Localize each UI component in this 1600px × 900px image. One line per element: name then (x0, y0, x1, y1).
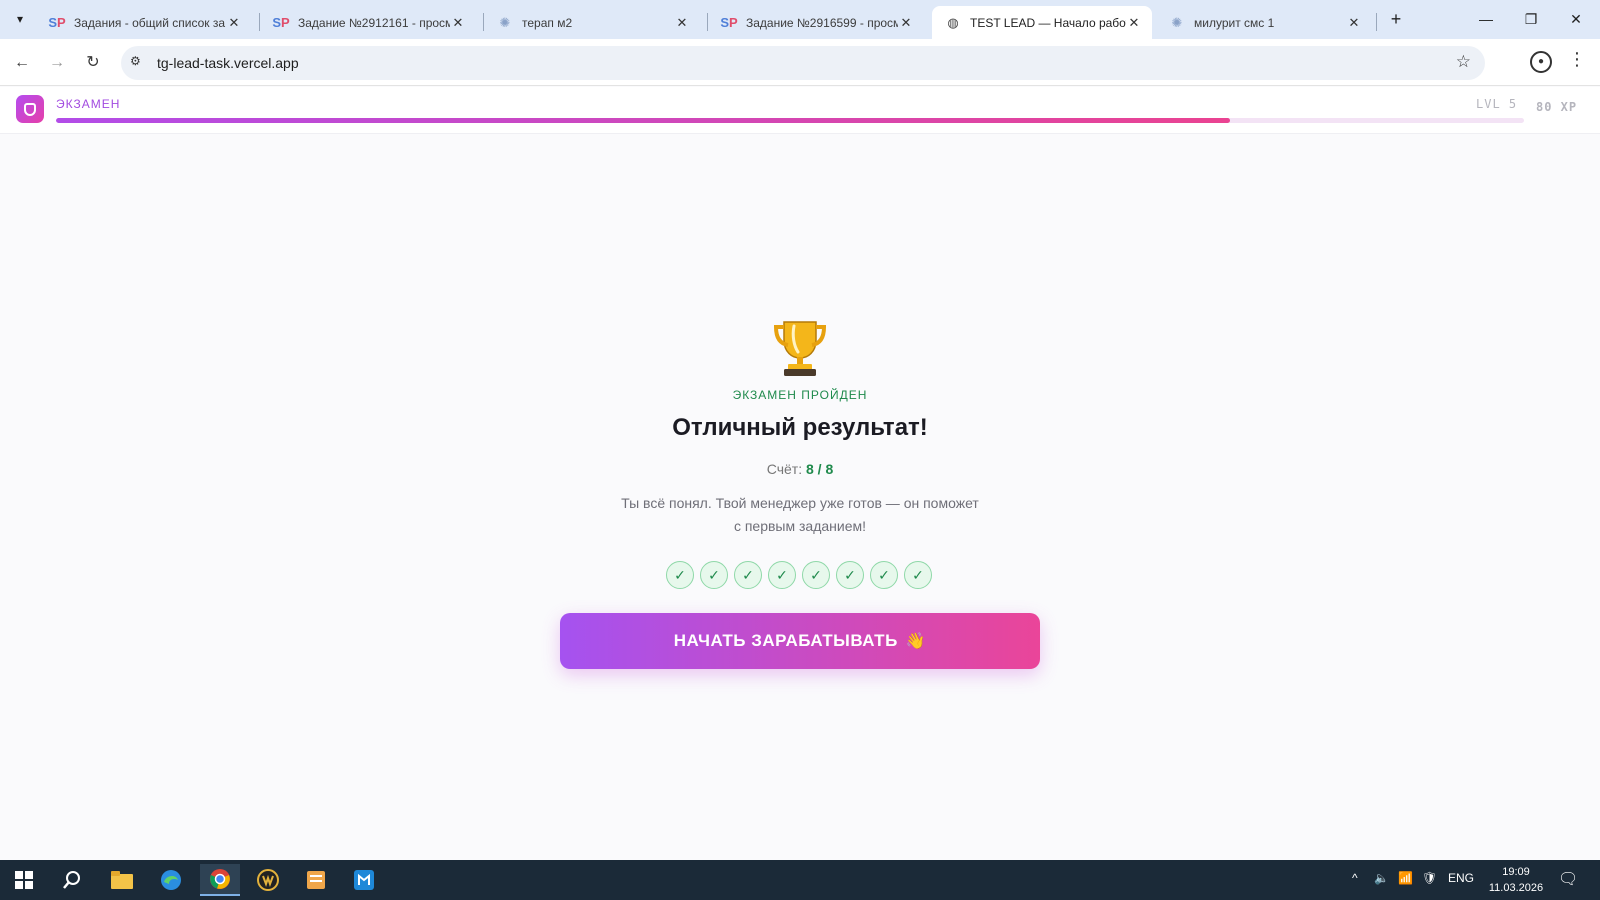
tab-search-chevron-icon[interactable]: ▾ (8, 7, 32, 31)
restore-icon[interactable]: ❐ (1511, 6, 1551, 32)
tray-chevron-up-icon[interactable]: ^ (1352, 871, 1358, 885)
tab-close-icon[interactable]: ✕ (898, 15, 914, 31)
correct-check-icon: ✓ (666, 561, 694, 589)
correct-check-icon: ✓ (802, 561, 830, 589)
result-message: Ты всё понял. Твой менеджер уже готов — … (580, 492, 1020, 538)
reload-icon[interactable]: ↻ (81, 51, 105, 75)
security-shield-icon[interactable]: 🛡 (1422, 871, 1437, 885)
system-clock[interactable]: 19:09 11.03.2026 (1486, 864, 1546, 896)
score-label: Счёт: (766, 461, 803, 477)
tab-close-icon[interactable]: ✕ (226, 15, 242, 31)
score-line: Счёт: 8 / 8 (600, 461, 1000, 477)
browser-tab-active[interactable]: ◍ TEST LEAD — Начало работ ✕ (932, 6, 1152, 39)
correct-check-icon: ✓ (870, 561, 898, 589)
section-label: ЭКЗАМЕН (56, 97, 121, 111)
tab-divider (1376, 13, 1377, 31)
clock-date: 11.03.2026 (1488, 882, 1544, 894)
wifi-icon[interactable]: 📶 (1398, 871, 1413, 885)
correct-check-icon: ✓ (768, 561, 796, 589)
input-language[interactable]: ENG (1448, 871, 1474, 885)
app-logo-icon[interactable] (248, 864, 288, 896)
window-close-icon[interactable]: ✕ (1556, 6, 1596, 32)
chrome-icon[interactable] (200, 864, 240, 896)
message-line: с первым заданием! (733, 518, 867, 534)
app-header: ЭКЗАМЕН LVL 5 80 XP (0, 87, 1600, 134)
archive-app-icon[interactable] (296, 864, 336, 896)
browser-tab[interactable]: SP Задание №2912161 - просм ✕ (260, 6, 476, 39)
edge-browser-icon[interactable] (151, 864, 191, 896)
windows-start-icon[interactable] (4, 864, 44, 896)
sp-logo-icon: SP (720, 15, 738, 30)
browser-tab-strip: ▾ SP Задания - общий список за ✕ SP Зада… (0, 0, 1600, 39)
clock-time: 19:09 (1502, 866, 1530, 878)
minimize-icon[interactable]: — (1466, 6, 1506, 32)
answer-checks: ✓ ✓ ✓ ✓ ✓ ✓ ✓ ✓ (666, 561, 932, 589)
browser-tab[interactable]: SP Задания - общий список за ✕ (36, 6, 252, 39)
gear-globe-icon: ✺ (499, 14, 511, 30)
search-icon[interactable] (52, 864, 92, 896)
correct-check-icon: ✓ (700, 561, 728, 589)
site-settings-icon[interactable]: ⚙ (130, 54, 141, 68)
tab-close-icon[interactable]: ✕ (450, 15, 466, 31)
sp-logo-icon: SP (272, 15, 290, 30)
url-text[interactable]: tg-lead-task.vercel.app (157, 55, 299, 71)
windows-taskbar: ^ 🔈 📶 🛡 ENG 19:09 11.03.2026 🗨 (0, 860, 1600, 900)
back-arrow-icon[interactable]: ← (10, 51, 34, 75)
level-label: LVL 5 (1476, 97, 1518, 111)
exam-progress-fill (56, 118, 1231, 123)
volume-icon[interactable]: 🔈 (1374, 871, 1389, 885)
tab-close-icon[interactable]: ✕ (1126, 15, 1142, 31)
exam-progress-bar (56, 118, 1524, 123)
profile-icon[interactable]: ● (1530, 51, 1552, 73)
xp-label: 80 XP (1536, 100, 1578, 114)
tab-close-icon[interactable]: ✕ (1346, 15, 1362, 31)
globe-icon: ◍ (947, 14, 959, 30)
file-explorer-icon[interactable] (102, 864, 142, 896)
browser-menu-icon[interactable]: ⋮ (1568, 49, 1586, 70)
browser-tab[interactable]: ✺ милурит смс 1 ✕ (1156, 6, 1372, 39)
gear-globe-icon: ✺ (1171, 14, 1183, 30)
sp-logo-icon: SP (48, 15, 66, 30)
address-bar[interactable]: ⚙ tg-lead-task.vercel.app ☆ (121, 46, 1485, 80)
correct-check-icon: ✓ (836, 561, 864, 589)
new-tab-plus-icon[interactable]: + (1384, 8, 1408, 32)
bookmark-star-icon[interactable]: ☆ (1456, 52, 1471, 72)
browser-tab[interactable]: SP Задание №2916599 - просм ✕ (708, 6, 924, 39)
forward-arrow-icon[interactable]: → (45, 51, 69, 75)
correct-check-icon: ✓ (734, 561, 762, 589)
exam-status: ЭКЗАМЕН ПРОЙДЕН (732, 388, 868, 402)
score-value: 8 / 8 (805, 461, 834, 477)
tab-close-icon[interactable]: ✕ (674, 15, 690, 31)
correct-check-icon: ✓ (904, 561, 932, 589)
result-headline: Отличный результат! (672, 414, 928, 441)
start-earning-button[interactable]: НАЧАТЬ ЗАРАБАТЫВАТЬ 👋 (560, 613, 1040, 669)
hand-icon: 👋 (905, 633, 927, 650)
start-earning-label: НАЧАТЬ ЗАРАБАТЫВАТЬ (673, 631, 898, 650)
notifications-icon[interactable]: 🗨 (1558, 869, 1578, 889)
message-line: Ты всё понял. Твой менеджер уже готов — … (621, 495, 979, 511)
remote-desktop-icon[interactable] (344, 864, 384, 896)
browser-toolbar: ← → ↻ ⚙ tg-lead-task.vercel.app ☆ ● ⋮ (0, 39, 1600, 86)
browser-tab[interactable]: ✺ терап м2 ✕ (484, 6, 700, 39)
trophy-icon (768, 318, 832, 378)
shield-check-icon (16, 95, 44, 123)
